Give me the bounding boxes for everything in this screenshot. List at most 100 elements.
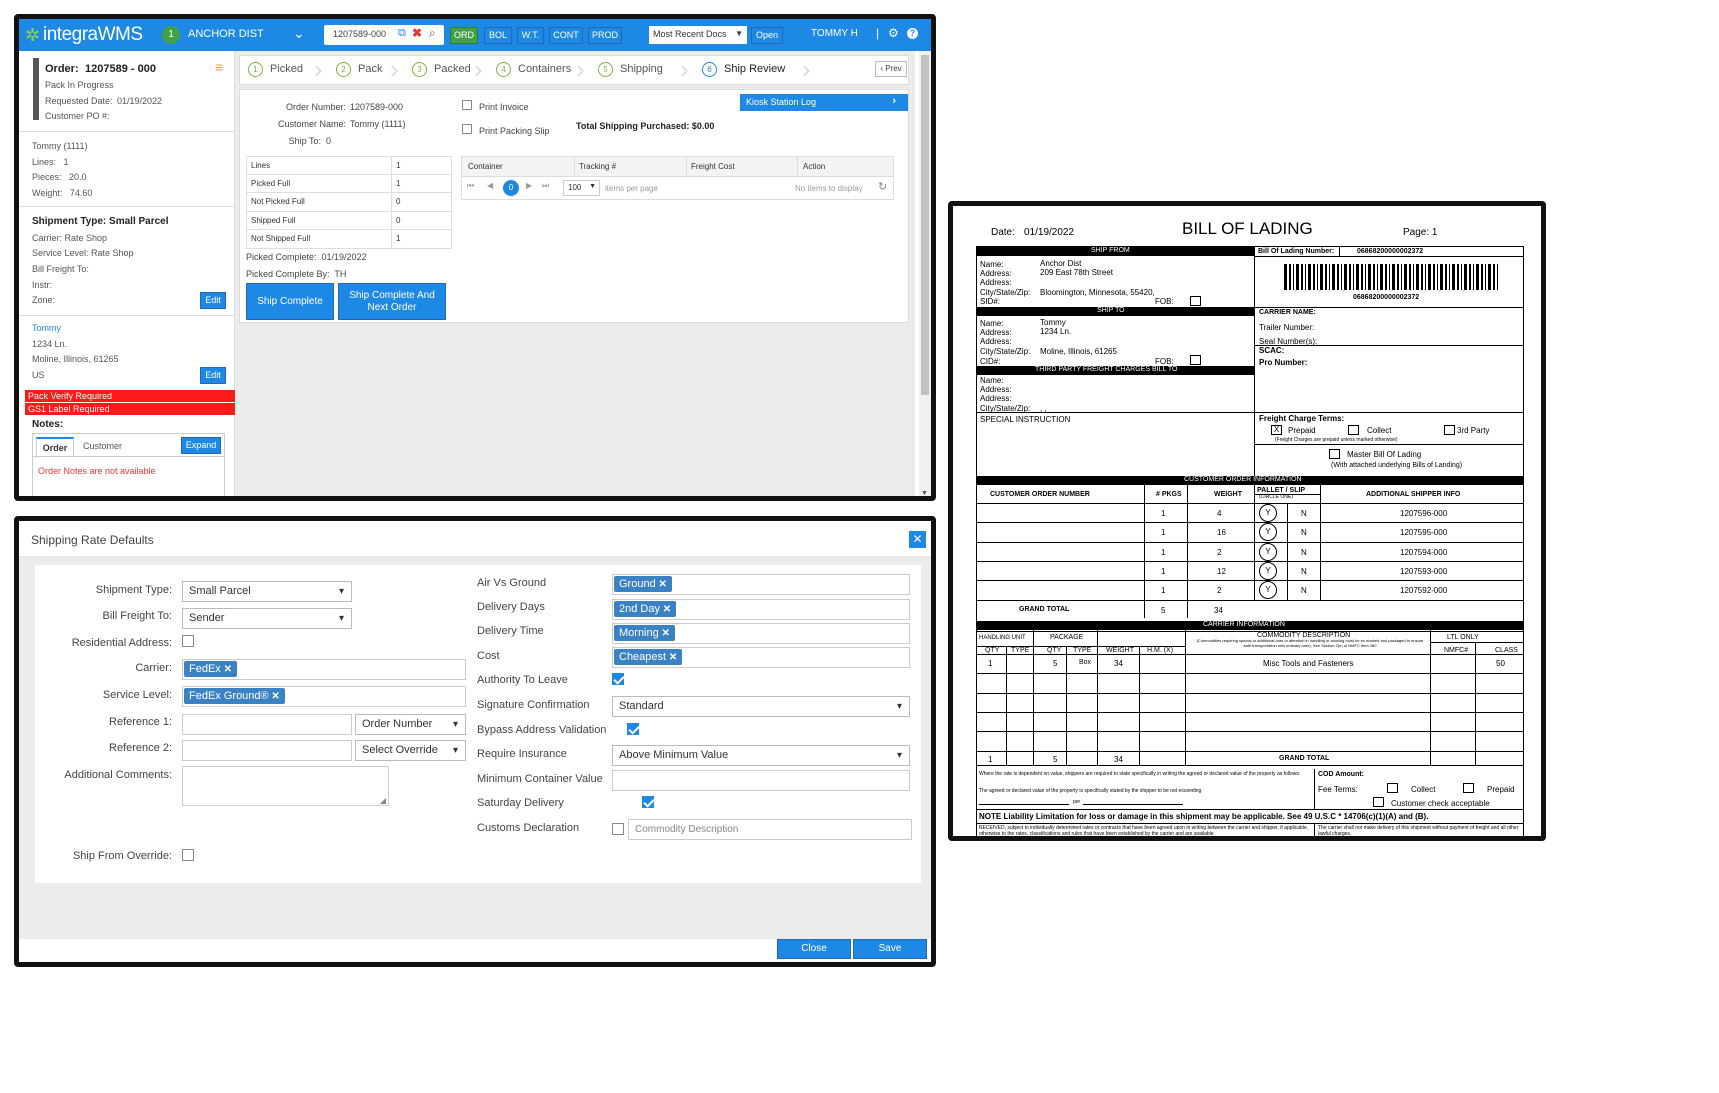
address-line2: Moline, Illinois, 61265 xyxy=(32,354,119,364)
expand-notes-button[interactable]: Expand xyxy=(181,437,221,454)
reference1-select[interactable]: Order Number xyxy=(355,714,466,735)
address-name-link[interactable]: Tommy xyxy=(32,323,61,333)
nav-bol-button[interactable]: BOL xyxy=(484,27,512,44)
carrier-tag[interactable]: FedEx xyxy=(184,661,237,677)
carrier-note: The carrier shall not make delivery of t… xyxy=(1318,825,1519,837)
service-level-multiselect[interactable]: FedEx Ground® xyxy=(182,686,466,707)
delivery-days-multiselect[interactable]: 2nd Day xyxy=(612,599,910,620)
vline xyxy=(1097,646,1098,765)
scroll-down-icon[interactable]: ▼ xyxy=(921,490,928,496)
cost-tag[interactable]: Cheapest xyxy=(614,649,683,665)
recent-docs-select[interactable]: Most Recent Docs ▼ xyxy=(649,26,747,44)
carrier-multiselect[interactable]: FedEx xyxy=(182,659,466,680)
reference2-input[interactable] xyxy=(182,740,352,761)
signature-select[interactable]: Standard xyxy=(612,696,910,717)
grid-col-tracking[interactable]: Tracking # xyxy=(579,162,616,171)
company-name[interactable]: ANCHOR DIST xyxy=(188,28,264,40)
ci-grand-total: GRAND TOTAL xyxy=(1279,754,1330,762)
order-search-input[interactable]: 1207589-000 ⧉ ✖ ⌕ xyxy=(324,25,444,45)
notes-tab-order[interactable]: Order xyxy=(36,437,74,456)
air-ground-tag[interactable]: Ground xyxy=(614,576,672,592)
grid-col-action[interactable]: Action xyxy=(803,162,825,171)
current-page[interactable]: 0 xyxy=(503,180,519,196)
bol-page: Page: 1 xyxy=(1403,227,1438,238)
coi-y-circle: Y xyxy=(1259,542,1277,561)
ship-from-override-checkbox[interactable] xyxy=(182,849,194,861)
bypass-label: Bypass Address Validation xyxy=(477,724,607,736)
min-container-input[interactable] xyxy=(612,770,910,791)
bypass-checkbox[interactable] xyxy=(627,723,640,736)
barcode-bar xyxy=(1461,264,1462,290)
commodity-input[interactable]: Commodity Description xyxy=(628,819,912,840)
close-icon[interactable]: ✕ xyxy=(909,531,926,548)
vertical-scrollbar[interactable]: ▼ xyxy=(919,51,931,496)
step-label: Pack xyxy=(358,63,383,75)
close-button[interactable]: Close xyxy=(777,939,851,959)
notes-tab-customer[interactable]: Customer xyxy=(83,441,122,451)
ship-complete-button[interactable]: Ship Complete xyxy=(246,283,334,320)
first-page-icon[interactable]: ⏮ xyxy=(467,181,474,191)
coi-y-circle: Y xyxy=(1259,504,1277,522)
barcode-bar xyxy=(1356,264,1359,290)
air-ground-multiselect[interactable]: Ground xyxy=(612,574,910,595)
barcode-bar xyxy=(1481,264,1483,290)
page-size-select[interactable]: 100 ▼ xyxy=(563,180,600,196)
delivery-time-multiselect[interactable]: Morning xyxy=(612,623,910,644)
nav-cont-button[interactable]: CONT xyxy=(549,27,583,44)
hline xyxy=(977,823,1524,824)
comments-textarea[interactable]: ◢ xyxy=(182,766,389,806)
resize-handle-icon[interactable]: ◢ xyxy=(380,796,386,805)
edit-shipment-button[interactable]: Edit xyxy=(200,292,226,309)
app-logo[interactable]: integraWMS xyxy=(43,24,143,46)
hline xyxy=(977,599,1524,601)
ci-total-weight: 34 xyxy=(1114,754,1123,764)
customs-checkbox[interactable] xyxy=(612,823,624,835)
delivery-time-label: Delivery Time xyxy=(477,625,544,637)
grid-col-freight[interactable]: Freight Cost xyxy=(691,162,735,171)
delivery-time-tag[interactable]: Morning xyxy=(614,625,675,641)
shipment-type-select[interactable]: Small Parcel xyxy=(182,581,352,602)
nav-ord-button[interactable]: ORD xyxy=(450,27,478,44)
reference2-select[interactable]: Select Override xyxy=(355,740,466,761)
barcode-bar xyxy=(1464,264,1467,290)
cost-multiselect[interactable]: Cheapest xyxy=(612,647,910,668)
edit-address-button[interactable]: Edit xyxy=(200,367,226,384)
saturday-checkbox[interactable] xyxy=(642,796,655,809)
service-level-tag[interactable]: FedEx Ground® xyxy=(184,688,285,704)
reference1-input[interactable] xyxy=(182,714,352,735)
delivery-days-tag[interactable]: 2nd Day xyxy=(614,601,677,617)
next-page-icon[interactable]: ▶ xyxy=(526,181,532,190)
menu-icon[interactable]: ≡ xyxy=(215,59,223,75)
divider xyxy=(19,206,235,207)
chevron-down-icon[interactable]: ⌄ xyxy=(293,25,305,42)
authority-leave-checkbox[interactable] xyxy=(612,673,624,686)
prev-page-icon[interactable]: ◀ xyxy=(487,181,493,190)
bill-freight-select[interactable]: Sender xyxy=(182,608,352,629)
gear-icon[interactable]: ⚙ xyxy=(888,26,899,40)
barcode-bar xyxy=(1493,264,1495,290)
prev-button[interactable]: ‹ Prev xyxy=(875,61,907,77)
refresh-icon[interactable]: ↻ xyxy=(878,180,887,193)
open-button[interactable]: Open xyxy=(751,27,783,44)
insurance-select[interactable]: Above Minimum Value xyxy=(612,745,910,766)
kiosk-log-button[interactable]: Kiosk Station Log › xyxy=(740,94,908,111)
ci-col-header: QTY xyxy=(985,647,1000,654)
nav-prod-button[interactable]: PROD xyxy=(588,27,622,44)
scrollbar-thumb[interactable] xyxy=(921,55,929,395)
copy-icon[interactable]: ⧉ xyxy=(398,27,406,40)
ship-complete-next-button[interactable]: Ship Complete And Next Order xyxy=(338,283,446,320)
save-button[interactable]: Save xyxy=(853,939,927,959)
user-name[interactable]: TOMMY H xyxy=(811,28,858,39)
print-packing-checkbox[interactable] xyxy=(462,124,472,134)
print-invoice-checkbox[interactable] xyxy=(462,100,472,110)
grid-col-container[interactable]: Container xyxy=(468,162,503,171)
last-page-icon[interactable]: ⏭ xyxy=(542,181,549,191)
stats-value: 1 xyxy=(396,178,401,188)
clear-icon[interactable]: ✖ xyxy=(412,26,422,40)
search-icon[interactable]: ⌕ xyxy=(429,26,436,41)
vline xyxy=(1430,646,1431,765)
residential-checkbox[interactable] xyxy=(182,635,194,647)
nav-wt-button[interactable]: W.T. xyxy=(517,27,544,44)
help-icon[interactable]: ? xyxy=(907,28,918,39)
ci-total-pqty: 5 xyxy=(1053,754,1058,764)
